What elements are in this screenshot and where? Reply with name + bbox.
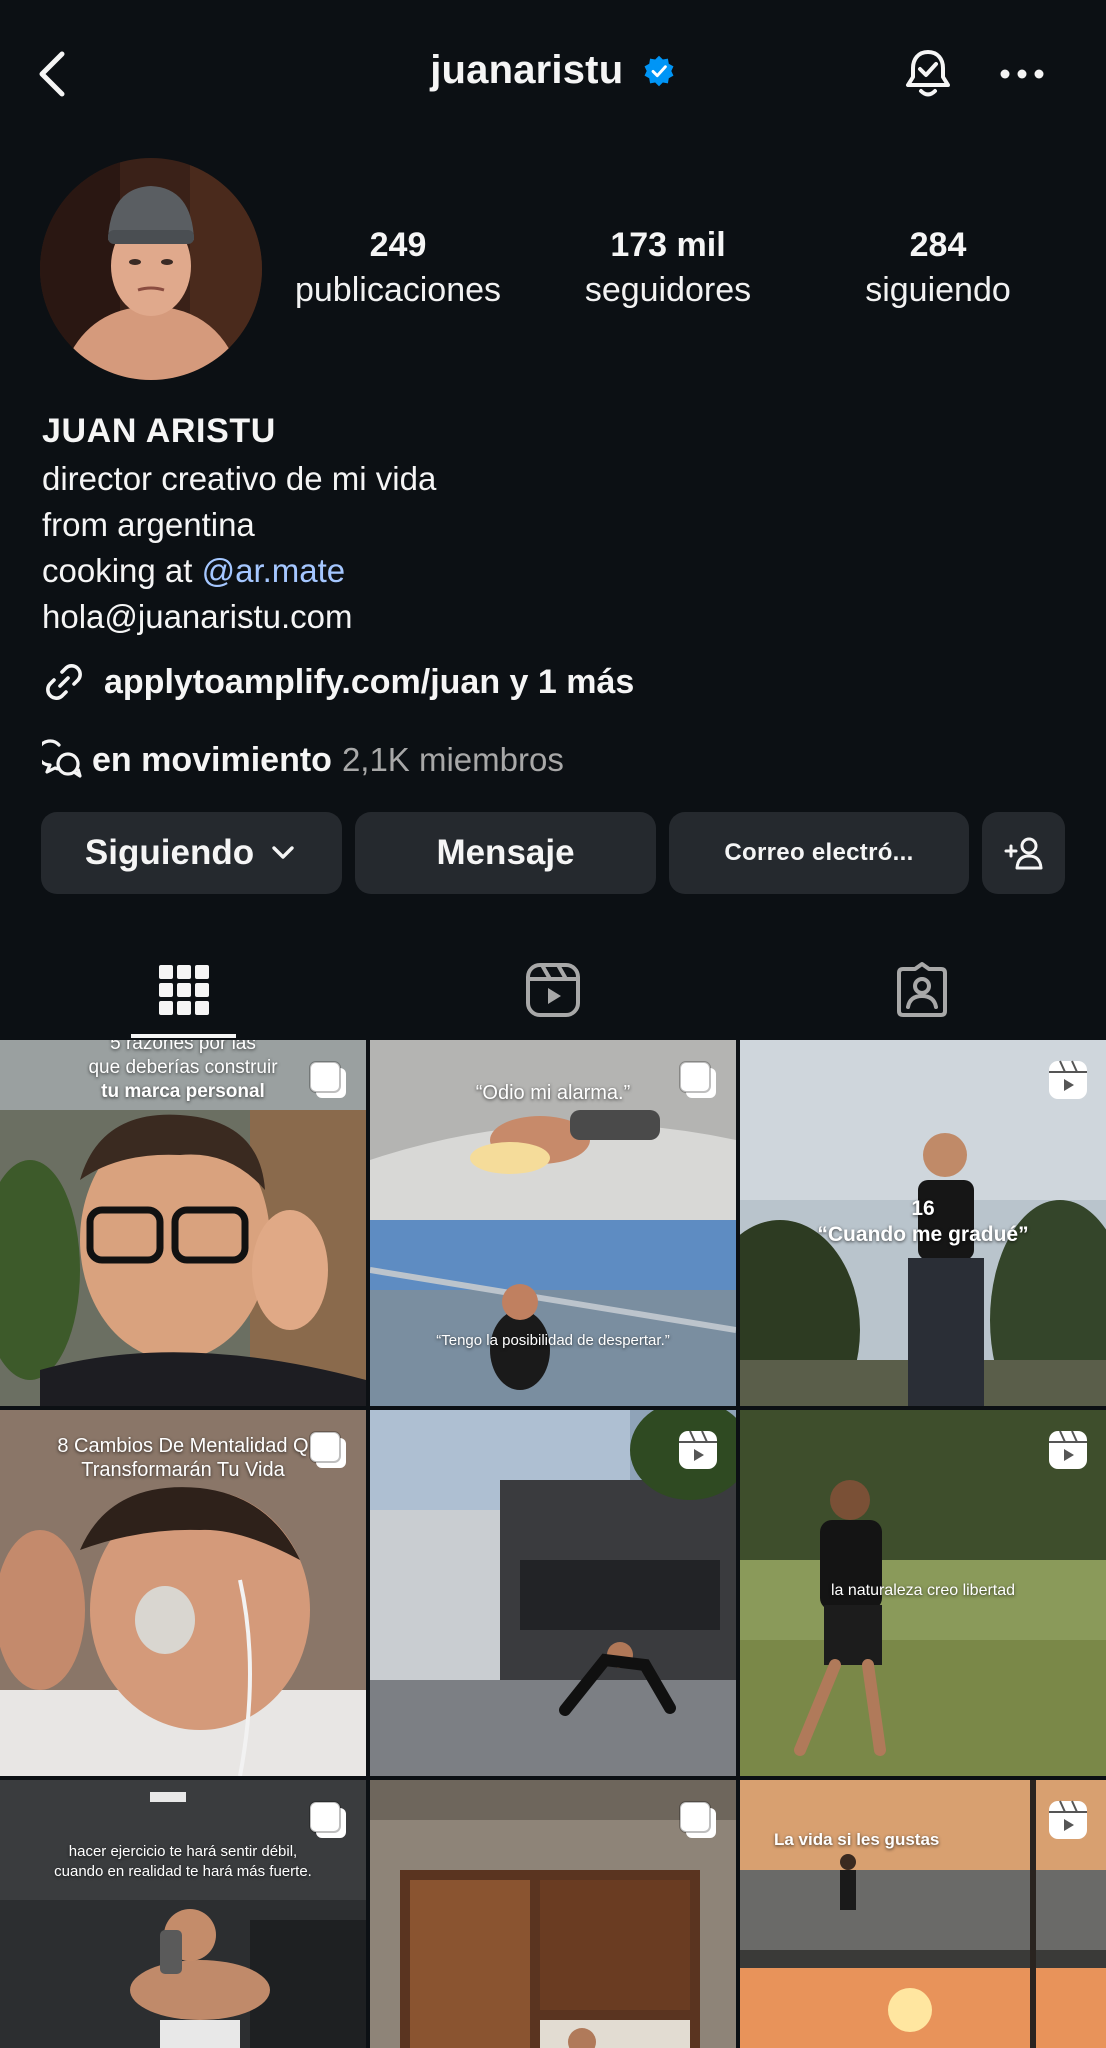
following-label: Siguiendo <box>84 833 255 872</box>
post-caption: hacer ejercicio te hará sentir débil, cu… <box>0 1842 366 1882</box>
grid-icon <box>159 965 209 1015</box>
stat-following[interactable]: 284 siguiendo <box>818 222 1058 312</box>
carousel-icon <box>309 1061 346 1098</box>
more-options-button[interactable] <box>996 48 1048 100</box>
post-tile[interactable]: hacer ejercicio te hará sentir débil, cu… <box>0 1780 366 2048</box>
bell-check-icon <box>906 50 950 97</box>
carousel-icon <box>679 1061 716 1098</box>
link-text: applytoamplify.com/juan y 1 más <box>104 662 635 701</box>
profile-bio: JUAN ARISTU director creativo de mi vida… <box>42 406 1062 640</box>
carousel-icon <box>309 1801 346 1838</box>
bio-email[interactable]: hola@juanaristu.com <box>42 594 1062 640</box>
post-caption: 16 “Cuando me gradué” <box>740 1196 1106 1248</box>
profile-name: JUAN ARISTU <box>42 412 276 450</box>
stat-posts-value: 249 <box>369 226 427 264</box>
reel-icon <box>1049 1060 1087 1099</box>
post-caption-line: “Cuando me gradué” <box>817 1223 1029 1246</box>
post-tile[interactable]: 8 Cambios De Mentalidad Q Transformarán … <box>0 1410 366 1776</box>
post-caption: “Tengo la posibilidad de despertar.” <box>436 1332 670 1349</box>
tab-tagged[interactable] <box>738 940 1106 1040</box>
tagged-icon <box>897 962 947 1017</box>
bio-line-1: director creativo de mi vida <box>42 460 437 497</box>
stat-posts[interactable]: 249 publicaciones <box>278 222 518 312</box>
add-person-icon <box>1004 837 1042 870</box>
stat-posts-label: publicaciones <box>294 271 502 309</box>
post-tile[interactable]: 5 razones por las que deberías construir… <box>0 1040 366 1406</box>
bio-line-3-prefix: cooking at <box>42 552 202 589</box>
posts-grid: 5 razones por las que deberías construir… <box>0 1040 1106 2048</box>
message-label: Mensaje <box>436 833 575 872</box>
channel-chat-icon <box>42 739 82 778</box>
email-button[interactable]: Correo electró... <box>669 812 969 894</box>
stat-followers-label: seguidores <box>584 271 752 309</box>
username: juanaristu <box>430 48 624 92</box>
post-caption-line: cuando en realidad te hará más fuerte. <box>54 1863 312 1880</box>
reel-icon <box>1049 1430 1087 1469</box>
email-label: Correo electró... <box>724 839 914 866</box>
post-tile[interactable] <box>370 1780 736 2048</box>
link-icon <box>46 664 82 700</box>
carousel-icon <box>309 1431 346 1468</box>
stat-followers[interactable]: 173 mil seguidores <box>548 222 788 312</box>
post-tile[interactable] <box>370 1410 736 1776</box>
tab-posts-grid[interactable] <box>0 940 368 1040</box>
chevron-down-icon <box>272 846 294 859</box>
channel-name: en movimiento <box>92 740 332 779</box>
more-horizontal-icon <box>1000 69 1044 79</box>
broadcast-channel[interactable]: en movimiento 2,1K miembros <box>42 734 564 786</box>
verified-badge-icon <box>644 55 674 86</box>
profile-tabs <box>0 940 1106 1040</box>
reel-icon <box>679 1430 717 1469</box>
following-button[interactable]: Siguiendo <box>41 812 342 894</box>
reels-icon <box>526 963 580 1017</box>
profile-link[interactable]: applytoamplify.com/juan y 1 más <box>42 656 634 708</box>
stat-following-value: 284 <box>909 226 967 264</box>
tab-reels[interactable] <box>369 940 737 1040</box>
reel-icon <box>1049 1800 1087 1839</box>
bio-line-3: cooking at @ar.mate <box>42 548 1062 594</box>
stat-following-label: siguiendo <box>865 271 1011 309</box>
carousel-icon <box>679 1801 716 1838</box>
mention-link[interactable]: @ar.mate <box>202 552 346 589</box>
post-tile[interactable]: la naturaleza creo libertad <box>740 1410 1106 1776</box>
stat-followers-value: 173 mil <box>610 226 726 264</box>
suggest-users-button[interactable] <box>982 812 1065 894</box>
notifications-button[interactable] <box>898 44 958 104</box>
post-tile[interactable]: La vida si les gustas <box>740 1780 1106 2048</box>
bio-line-2: from argentina <box>42 506 255 543</box>
post-caption-line: 5 razones por las <box>110 1040 256 1054</box>
post-caption: la naturaleza creo libertad <box>830 1582 1016 1599</box>
active-tab-indicator <box>131 1034 236 1038</box>
message-button[interactable]: Mensaje <box>355 812 656 894</box>
top-bar: juanaristu <box>0 0 1106 150</box>
channel-members: 2,1K miembros <box>341 741 564 778</box>
post-caption-line: hacer ejercicio te hará sentir débil, <box>68 1843 298 1860</box>
post-tile[interactable]: “Odio mi alarma.” “Tengo la posibilidad … <box>370 1040 736 1406</box>
post-tile[interactable]: 16 “Cuando me gradué” <box>740 1040 1106 1406</box>
profile-avatar[interactable] <box>40 158 262 380</box>
post-caption-line: 16 <box>911 1197 935 1220</box>
